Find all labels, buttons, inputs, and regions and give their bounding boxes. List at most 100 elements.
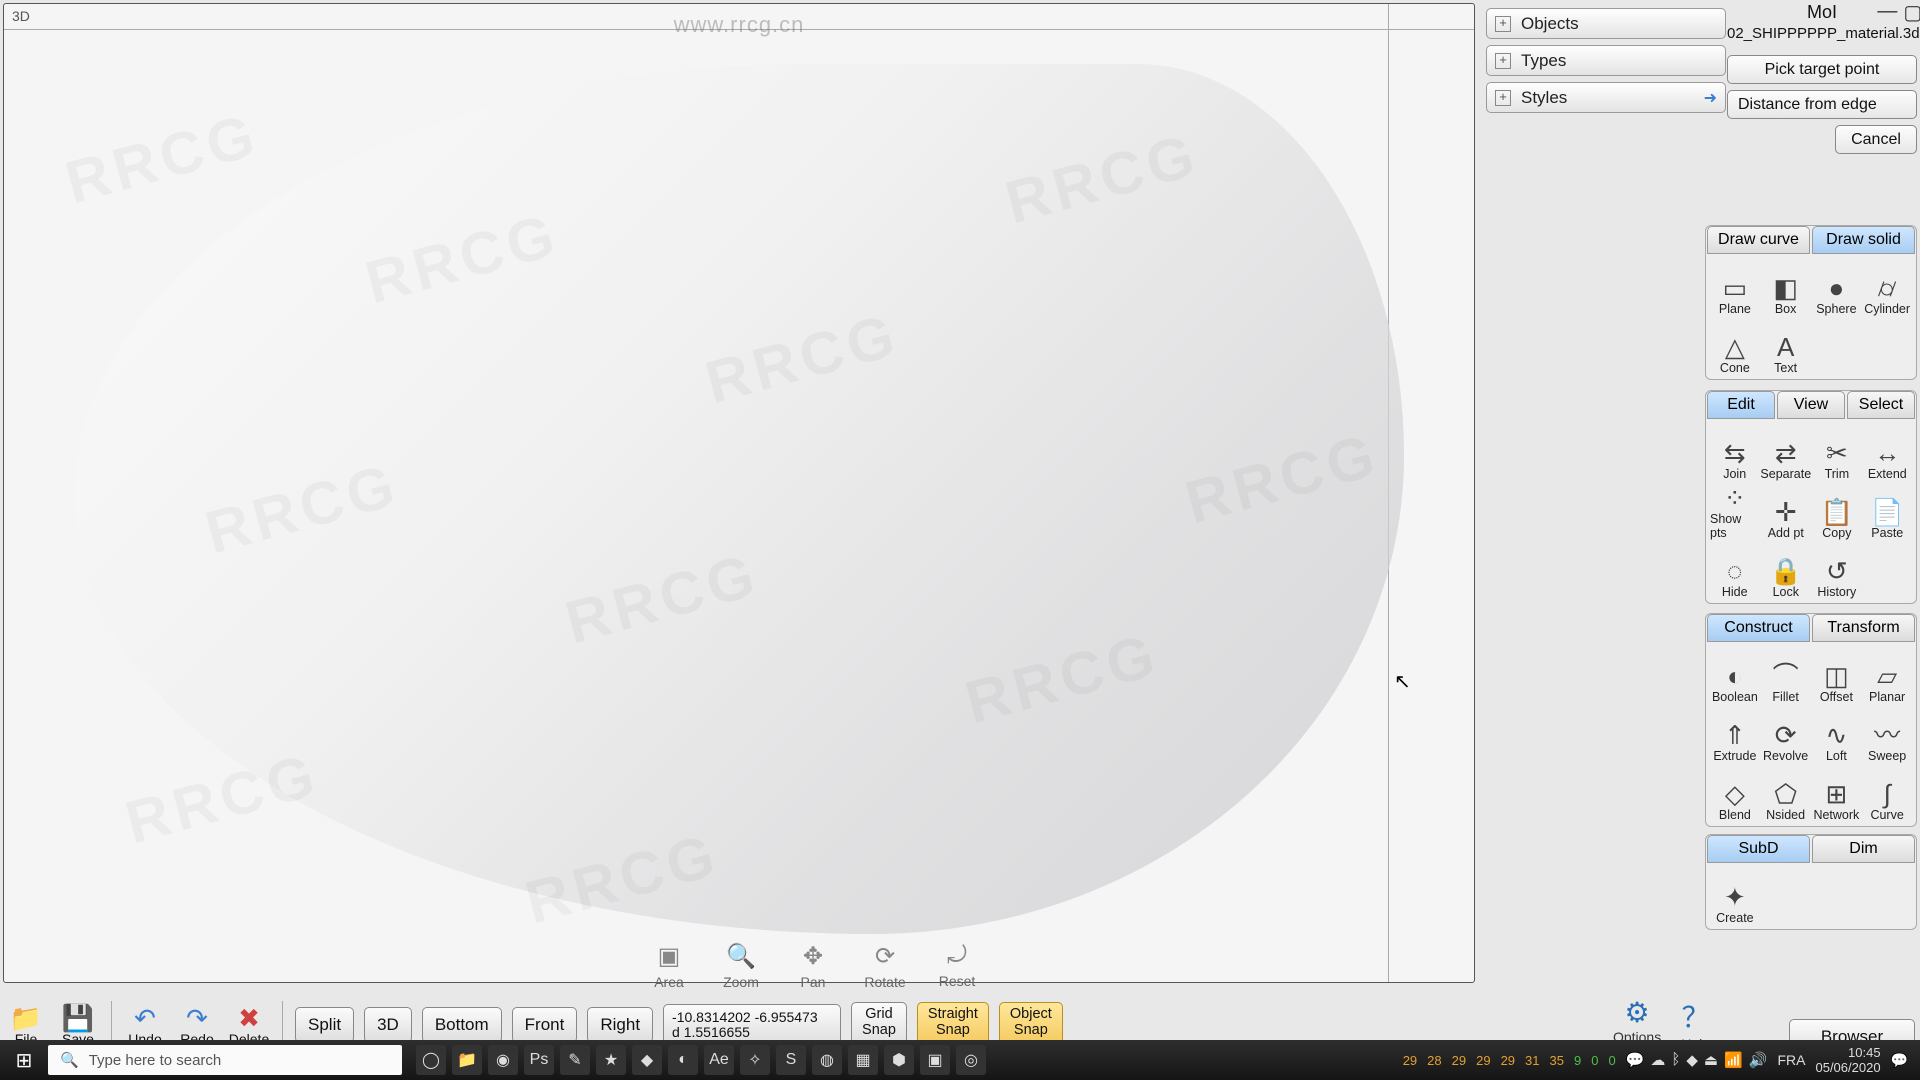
tray-app-icon[interactable]: ◆ (1686, 1051, 1698, 1069)
tool-blend[interactable]: ◇Blend (1710, 764, 1760, 822)
tool-trim[interactable]: ✂Trim (1812, 423, 1861, 481)
taskbar-search[interactable]: 🔍 Type here to search (48, 1045, 402, 1075)
command-prompt-area: Pick target point Distance from edge Can… (1727, 55, 1917, 160)
tool-show-pts[interactable]: ⁘Show pts (1710, 482, 1759, 540)
task-chrome-icon[interactable]: ◉ (488, 1045, 518, 1075)
browser-row-styles[interactable]: +Styles➜ (1486, 82, 1726, 113)
minimize-icon[interactable]: — (1877, 0, 1897, 25)
task-skype-icon[interactable]: S (776, 1045, 806, 1075)
tool-text[interactable]: AText (1761, 317, 1811, 375)
sphere-icon: ● (1829, 274, 1845, 302)
tab-subd[interactable]: SubD (1707, 835, 1810, 863)
tray-icons[interactable]: 💬 ☁ ᛒ ◆ ⏏ 📶 🔊 (1626, 1051, 1768, 1069)
tool-planar[interactable]: ▱Planar (1862, 646, 1912, 704)
tab-view[interactable]: View (1777, 391, 1845, 419)
tray-bt-icon[interactable]: ᛒ (1671, 1051, 1680, 1069)
task-app3-icon[interactable]: ◐ (668, 1045, 698, 1075)
task-app9-icon[interactable]: ◎ (956, 1045, 986, 1075)
task-app8-icon[interactable]: ▣ (920, 1045, 950, 1075)
expand-icon[interactable]: + (1495, 53, 1511, 69)
task-app6-icon[interactable]: ▦ (848, 1045, 878, 1075)
tool-lock[interactable]: 🔒Lock (1760, 541, 1811, 599)
task-explorer-icon[interactable]: 📁 (452, 1045, 482, 1075)
tool-extrude[interactable]: ⇑Extrude (1710, 705, 1760, 763)
tray-cloud-icon[interactable]: ☁ (1650, 1051, 1665, 1069)
tab-transform[interactable]: Transform (1812, 614, 1915, 642)
viewnav-reset[interactable]: ⤾Reset (932, 942, 982, 990)
tray-vol-icon[interactable]: 🔊 (1749, 1051, 1768, 1069)
tool-cone[interactable]: △Cone (1710, 317, 1760, 375)
tool-join[interactable]: ⇆Join (1710, 423, 1759, 481)
tray-eject-icon[interactable]: ⏏ (1704, 1051, 1718, 1069)
tab-dim[interactable]: Dim (1812, 835, 1915, 863)
view-nav-bar: ▣Area 🔍Zoom ✥Pan ⟳Rotate ⤾Reset (644, 942, 982, 990)
tool-separate[interactable]: ⇄Separate (1760, 423, 1811, 481)
watermark-url: www.rrcg.cn (674, 12, 805, 38)
tool-add-pt[interactable]: ✛Add pt (1760, 482, 1811, 540)
maximize-icon[interactable]: ▢ (1903, 0, 1920, 25)
tool-cylinder[interactable]: ⌭Cylinder (1862, 258, 1912, 316)
tool-box[interactable]: ◧Box (1761, 258, 1811, 316)
tray-chat-icon[interactable]: 💬 (1626, 1051, 1645, 1069)
start-button[interactable]: ⊞ (0, 1048, 48, 1073)
tab-draw-curve[interactable]: Draw curve (1707, 226, 1810, 254)
arrow-icon[interactable]: ➜ (1704, 88, 1717, 108)
extend-icon: ↔ (1874, 439, 1900, 467)
tool-loft[interactable]: ∿Loft (1812, 705, 1862, 763)
browser-row-types[interactable]: +Types (1486, 45, 1726, 76)
view-3d-button[interactable]: 3D (364, 1007, 412, 1043)
view-bottom-button[interactable]: Bottom (422, 1007, 502, 1043)
tab-draw-solid[interactable]: Draw solid (1812, 226, 1915, 254)
task-afterfx-icon[interactable]: Ae (704, 1045, 734, 1075)
tool-sweep[interactable]: 〰Sweep (1862, 705, 1912, 763)
task-cortana-icon[interactable]: ◯ (416, 1045, 446, 1075)
tool-create[interactable]: ✦Create (1710, 867, 1760, 925)
expand-icon[interactable]: + (1495, 90, 1511, 106)
view-front-button[interactable]: Front (512, 1007, 578, 1043)
browser-row-objects[interactable]: +Objects (1486, 8, 1726, 39)
tool-copy[interactable]: 📋Copy (1812, 482, 1861, 540)
tool-paste[interactable]: 📄Paste (1863, 482, 1912, 540)
windows-taskbar[interactable]: ⊞ 🔍 Type here to search ◯ 📁 ◉ Ps ✎ ★ ◆ ◐… (0, 1040, 1920, 1080)
tool-plane[interactable]: ▭Plane (1710, 258, 1760, 316)
tool-revolve[interactable]: ⟳Revolve (1761, 705, 1811, 763)
task-app2-icon[interactable]: ★ (596, 1045, 626, 1075)
tool-history[interactable]: ↺History (1812, 541, 1861, 599)
tab-edit[interactable]: Edit (1707, 391, 1775, 419)
history-icon: ↺ (1826, 557, 1848, 585)
tray-lang[interactable]: FRA (1777, 1052, 1805, 1068)
cylinder-icon: ⌭ (1878, 274, 1897, 302)
tool-sphere[interactable]: ●Sphere (1812, 258, 1862, 316)
tool-fillet[interactable]: ⌒Fillet (1761, 646, 1811, 704)
tool-network[interactable]: ⊞Network (1812, 764, 1862, 822)
task-app1-icon[interactable]: ✎ (560, 1045, 590, 1075)
task-photoshop-icon[interactable]: Ps (524, 1045, 554, 1075)
distance-input[interactable]: Distance from edge (1727, 90, 1917, 119)
task-app5-icon[interactable]: ◍ (812, 1045, 842, 1075)
tray-notifications-icon[interactable]: 💬 (1891, 1052, 1908, 1069)
cancel-button[interactable]: Cancel (1835, 125, 1917, 154)
task-app4-icon[interactable]: ✧ (740, 1045, 770, 1075)
viewnav-pan[interactable]: ✥Pan (788, 942, 838, 990)
viewnav-rotate[interactable]: ⟳Rotate (860, 942, 910, 990)
task-app7-icon[interactable]: ⬢ (884, 1045, 914, 1075)
tab-select[interactable]: Select (1847, 391, 1915, 419)
view-right-button[interactable]: Right (587, 1007, 653, 1043)
expand-icon[interactable]: + (1495, 16, 1511, 32)
tab-construct[interactable]: Construct (1707, 614, 1810, 642)
tray-net-icon[interactable]: 📶 (1724, 1051, 1743, 1069)
viewport-3d[interactable]: 3D www.rrcg.cn RRCG RRCG RRCG RRCG RRCG … (3, 3, 1475, 983)
tool-curve[interactable]: ∫Curve (1862, 764, 1912, 822)
tool-nsided[interactable]: ⬠Nsided (1761, 764, 1811, 822)
viewnav-area[interactable]: ▣Area (644, 942, 694, 990)
tool-extend[interactable]: ↔Extend (1863, 423, 1912, 481)
view-split-button[interactable]: Split (295, 1007, 354, 1043)
tool-boolean[interactable]: ◐Boolean (1710, 646, 1760, 704)
tray-clock[interactable]: 10:45 05/06/2020 (1815, 1045, 1880, 1075)
tool-hide[interactable]: ◌Hide (1710, 541, 1759, 599)
tool-offset[interactable]: ◫Offset (1812, 646, 1862, 704)
viewnav-zoom[interactable]: 🔍Zoom (716, 942, 766, 990)
area-icon: ▣ (644, 942, 694, 971)
hw-monitor: 29282929293135900 (1403, 1053, 1616, 1068)
task-blender-icon[interactable]: ◆ (632, 1045, 662, 1075)
